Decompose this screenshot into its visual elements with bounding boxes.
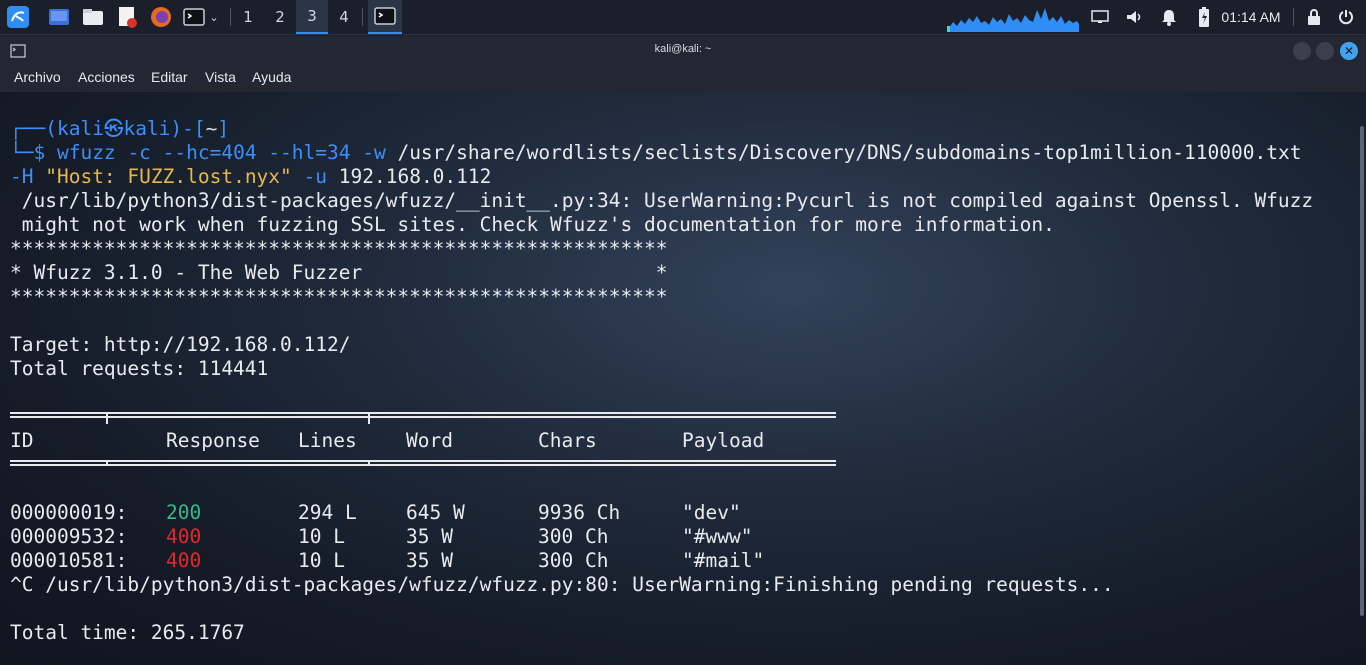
menu-editar[interactable]: Editar bbox=[151, 69, 188, 85]
row-chars: 300 Ch bbox=[538, 549, 609, 572]
row-chars: 300 Ch bbox=[538, 525, 609, 548]
firefox-icon[interactable] bbox=[148, 0, 174, 34]
row-response: 400 bbox=[166, 525, 202, 548]
taskbar: ⌄ 1 2 3 4 01:14 AM bbox=[0, 0, 1366, 35]
row-chars: 9936 Ch bbox=[538, 501, 621, 524]
kali-menu-icon[interactable] bbox=[4, 0, 32, 34]
command-h-flag: -H bbox=[10, 165, 34, 188]
total-time-line: Total time: 265.1767 bbox=[10, 621, 245, 644]
display-icon[interactable] bbox=[1088, 0, 1112, 34]
table-divider bbox=[106, 412, 108, 424]
row-response: 400 bbox=[166, 549, 202, 572]
row-id: 000009532: bbox=[10, 525, 128, 548]
file-manager-icon[interactable] bbox=[80, 0, 106, 34]
minimize-button[interactable] bbox=[1293, 42, 1311, 60]
command-name: wfuzz bbox=[56, 141, 116, 164]
row-payload: "dev" bbox=[682, 501, 741, 524]
window-title: kali@kali: ~ bbox=[654, 43, 712, 55]
table-border-top bbox=[10, 412, 836, 418]
col-payload: Payload bbox=[682, 429, 765, 452]
command-flags: -c --hc=404 --hl=34 -w bbox=[127, 141, 386, 164]
command-u-flag: -u bbox=[303, 165, 328, 188]
taskbar-separator bbox=[1293, 8, 1294, 26]
row-payload: "#www" bbox=[682, 525, 753, 548]
banner-title: * Wfuzz 3.1.0 - The Web Fuzzer * bbox=[10, 261, 668, 284]
workspace-3[interactable]: 3 bbox=[296, 0, 328, 34]
lock-screen-icon[interactable] bbox=[1302, 0, 1326, 34]
volume-icon[interactable] bbox=[1122, 0, 1146, 34]
chevron-down-icon[interactable]: ⌄ bbox=[209, 11, 218, 24]
row-lines: 10 L bbox=[298, 549, 345, 572]
window-titlebar[interactable]: kali@kali: ~ ✕ bbox=[0, 36, 1366, 66]
notifications-icon[interactable] bbox=[1157, 0, 1181, 34]
banner-stars-bottom: ****************************************… bbox=[10, 285, 668, 308]
menu-ayuda[interactable]: Ayuda bbox=[252, 69, 291, 85]
workspace-1[interactable]: 1 bbox=[232, 0, 264, 34]
clock[interactable]: 01:14 AM bbox=[1218, 0, 1284, 34]
prompt-line: ┌──(kali㉿kali)-[~] bbox=[10, 117, 230, 140]
total-requests-line: Total requests: 114441 bbox=[10, 357, 269, 380]
banner-stars-top: ****************************************… bbox=[10, 237, 668, 260]
battery-icon[interactable] bbox=[1192, 0, 1216, 34]
col-word: Word bbox=[406, 429, 453, 452]
command-header: "Host: FUZZ.lost.nyx" bbox=[45, 165, 292, 188]
text-editor-icon[interactable] bbox=[114, 0, 140, 34]
taskbar-separator bbox=[362, 8, 363, 26]
table-border-bottom bbox=[10, 460, 836, 466]
terminal-scrollbar[interactable] bbox=[1360, 126, 1364, 616]
row-payload: "#mail" bbox=[682, 549, 765, 572]
row-lines: 10 L bbox=[298, 525, 345, 548]
row-id: 000010581: bbox=[10, 549, 128, 572]
menu-acciones[interactable]: Acciones bbox=[78, 69, 135, 85]
table-divider bbox=[106, 460, 108, 466]
interrupt-line: ^C /usr/lib/python3/dist-packages/wfuzz/… bbox=[10, 573, 1114, 596]
command-line-cont: -H "Host: FUZZ.lost.nyx" -u 192.168.0.11… bbox=[10, 165, 491, 189]
menu-vista[interactable]: Vista bbox=[205, 69, 236, 85]
terminal-icon bbox=[374, 7, 396, 25]
menu-archivo[interactable]: Archivo bbox=[14, 69, 61, 85]
table-divider bbox=[368, 460, 370, 466]
command-target: 192.168.0.112 bbox=[338, 165, 492, 188]
workspace-4[interactable]: 4 bbox=[328, 0, 360, 34]
close-button[interactable]: ✕ bbox=[1340, 42, 1358, 60]
command-line: └─$ wfuzz -c --hc=404 --hl=34 -w /usr/sh… bbox=[10, 141, 1302, 164]
row-word: 35 W bbox=[406, 525, 453, 548]
row-word: 645 W bbox=[406, 501, 465, 524]
row-response: 200 bbox=[166, 501, 202, 524]
warning-line-2: might not work when fuzzing SSL sites. C… bbox=[10, 213, 1055, 236]
row-lines: 294 L bbox=[298, 501, 357, 524]
prompt-dir: ~ bbox=[205, 117, 218, 140]
terminal-window-task[interactable] bbox=[368, 0, 402, 34]
terminal-output[interactable]: ┌──(kali㉿kali)-[~] └─$ wfuzz -c --hc=404… bbox=[0, 92, 1366, 665]
menubar: Archivo Acciones Editar Vista Ayuda bbox=[0, 66, 1366, 92]
command-wordlist: /usr/share/wordlists/seclists/Discovery/… bbox=[397, 141, 1302, 164]
col-chars: Chars bbox=[538, 429, 597, 452]
col-response: Response bbox=[166, 429, 260, 452]
warning-line-1: /usr/lib/python3/dist-packages/wfuzz/__i… bbox=[10, 189, 1314, 212]
terminal-launcher-icon[interactable]: ⌄ bbox=[178, 0, 224, 34]
row-id: 000000019: bbox=[10, 501, 128, 524]
maximize-button[interactable] bbox=[1316, 42, 1334, 60]
network-monitor-graph[interactable] bbox=[946, 0, 1082, 34]
table-divider bbox=[368, 412, 370, 424]
power-icon[interactable] bbox=[1334, 0, 1358, 34]
target-line: Target: http://192.168.0.112/ bbox=[10, 333, 351, 356]
row-word: 35 W bbox=[406, 549, 453, 572]
prompt-host: kali bbox=[123, 117, 171, 140]
col-lines: Lines bbox=[298, 429, 357, 452]
prompt-user: kali bbox=[56, 117, 104, 140]
taskbar-separator bbox=[230, 8, 231, 26]
show-desktop-icon[interactable] bbox=[46, 0, 72, 34]
col-id: ID bbox=[10, 429, 34, 452]
workspace-2[interactable]: 2 bbox=[264, 0, 296, 34]
terminal-window: kali@kali: ~ ✕ Archivo Acciones Editar V… bbox=[0, 36, 1366, 665]
